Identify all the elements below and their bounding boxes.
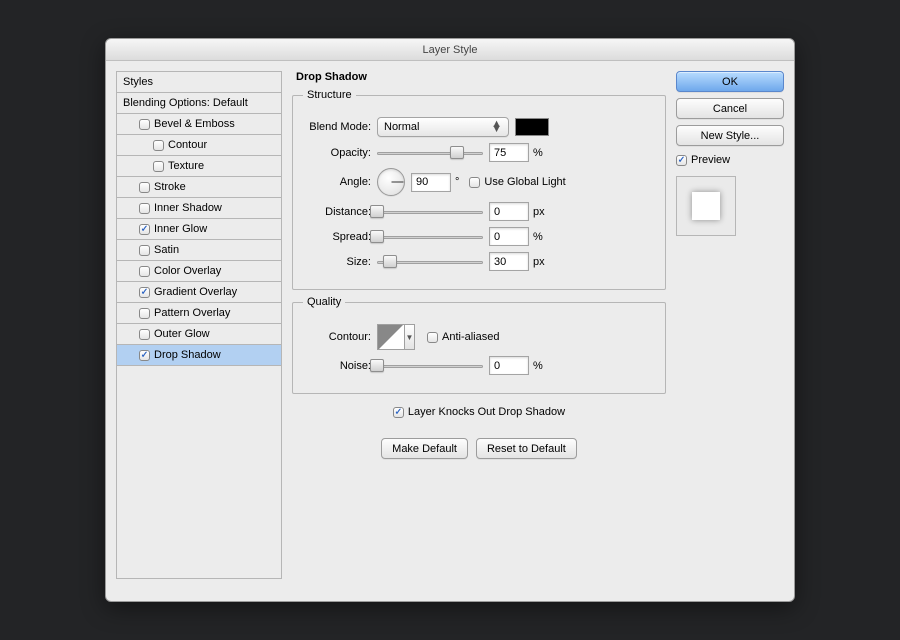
style-label: Texture	[168, 160, 204, 172]
size-input[interactable]: 30	[489, 252, 529, 271]
spread-label: Spread:	[303, 231, 377, 243]
contour-picker[interactable]	[377, 324, 405, 350]
reset-default-button[interactable]: Reset to Default	[476, 438, 577, 459]
noise-unit: %	[533, 360, 543, 372]
style-checkbox[interactable]	[139, 224, 150, 235]
cancel-button[interactable]: Cancel	[676, 98, 784, 119]
style-checkbox[interactable]	[139, 287, 150, 298]
style-label: Inner Glow	[154, 223, 207, 235]
style-label: Drop Shadow	[154, 349, 221, 361]
contour-dropdown-icon[interactable]: ▼	[405, 324, 415, 350]
opacity-label: Opacity:	[303, 147, 377, 159]
style-row-color-overlay[interactable]: Color Overlay	[117, 261, 281, 282]
style-label: Outer Glow	[154, 328, 210, 340]
quality-legend: Quality	[303, 296, 345, 308]
distance-unit: px	[533, 206, 545, 218]
style-row-texture[interactable]: Texture	[117, 156, 281, 177]
style-checkbox[interactable]	[139, 182, 150, 193]
noise-input[interactable]: 0	[489, 356, 529, 375]
knockout-label: Layer Knocks Out Drop Shadow	[408, 406, 565, 418]
style-checkbox[interactable]	[139, 119, 150, 130]
style-checkbox[interactable]	[139, 245, 150, 256]
noise-slider[interactable]	[377, 359, 483, 373]
style-row-inner-shadow[interactable]: Inner Shadow	[117, 198, 281, 219]
style-checkbox[interactable]	[139, 329, 150, 340]
structure-legend: Structure	[303, 89, 356, 101]
style-row-bevel-emboss[interactable]: Bevel & Emboss	[117, 114, 281, 135]
effect-title: Drop Shadow	[292, 71, 666, 83]
angle-unit: °	[455, 176, 459, 188]
make-default-button[interactable]: Make Default	[381, 438, 468, 459]
ok-button[interactable]: OK	[676, 71, 784, 92]
style-row-outer-glow[interactable]: Outer Glow	[117, 324, 281, 345]
style-label: Contour	[168, 139, 207, 151]
spread-input[interactable]: 0	[489, 227, 529, 246]
style-checkbox[interactable]	[139, 308, 150, 319]
window-title: Layer Style	[422, 44, 477, 56]
style-row-inner-glow[interactable]: Inner Glow	[117, 219, 281, 240]
angle-label: Angle:	[303, 176, 377, 188]
effect-panel: Drop Shadow Structure Blend Mode: Normal…	[292, 71, 666, 579]
noise-label: Noise:	[303, 360, 377, 372]
style-checkbox[interactable]	[153, 161, 164, 172]
size-label: Size:	[303, 256, 377, 268]
preview-checkbox[interactable]	[676, 155, 687, 166]
window-titlebar: Layer Style	[106, 39, 794, 61]
style-label: Inner Shadow	[154, 202, 222, 214]
quality-group: Quality Contour: ▼ Anti-aliased Noise: 0…	[292, 296, 666, 394]
style-row-satin[interactable]: Satin	[117, 240, 281, 261]
distance-input[interactable]: 0	[489, 202, 529, 221]
style-label: Stroke	[154, 181, 186, 193]
style-row-contour[interactable]: Contour	[117, 135, 281, 156]
distance-slider[interactable]	[377, 205, 483, 219]
style-label: Bevel & Emboss	[154, 118, 235, 130]
style-row-pattern-overlay[interactable]: Pattern Overlay	[117, 303, 281, 324]
styles-list: Styles Blending Options: Default Bevel &…	[116, 71, 282, 579]
style-checkbox[interactable]	[139, 350, 150, 361]
distance-label: Distance:	[303, 206, 377, 218]
angle-dial[interactable]	[377, 168, 405, 196]
spread-slider[interactable]	[377, 230, 483, 244]
preview-thumbnail	[676, 176, 736, 236]
new-style-button[interactable]: New Style...	[676, 125, 784, 146]
blend-mode-select[interactable]: Normal ▲▼	[377, 117, 509, 137]
blending-options-row[interactable]: Blending Options: Default	[117, 93, 281, 114]
style-row-gradient-overlay[interactable]: Gradient Overlay	[117, 282, 281, 303]
opacity-input[interactable]: 75	[489, 143, 529, 162]
size-slider[interactable]	[377, 255, 483, 269]
style-checkbox[interactable]	[139, 203, 150, 214]
spread-unit: %	[533, 231, 543, 243]
contour-label: Contour:	[303, 331, 377, 343]
style-checkbox[interactable]	[139, 266, 150, 277]
blending-options-label: Blending Options: Default	[123, 97, 248, 109]
size-unit: px	[533, 256, 545, 268]
style-row-stroke[interactable]: Stroke	[117, 177, 281, 198]
global-light-checkbox[interactable]	[469, 177, 480, 188]
dialog-buttons: OK Cancel New Style... Preview	[676, 71, 784, 579]
global-light-label: Use Global Light	[484, 176, 565, 188]
updown-icon: ▲▼	[491, 122, 502, 132]
knockout-checkbox[interactable]	[393, 407, 404, 418]
styles-header[interactable]: Styles	[117, 72, 281, 93]
blend-mode-value: Normal	[384, 121, 419, 133]
blend-mode-label: Blend Mode:	[303, 121, 377, 133]
opacity-slider[interactable]	[377, 146, 483, 160]
shadow-color-swatch[interactable]	[515, 118, 549, 136]
layer-style-dialog: Layer Style Styles Blending Options: Def…	[105, 38, 795, 602]
structure-group: Structure Blend Mode: Normal ▲▼ Opacity:…	[292, 89, 666, 290]
antialiased-checkbox[interactable]	[427, 332, 438, 343]
opacity-unit: %	[533, 147, 543, 159]
angle-input[interactable]: 90	[411, 173, 451, 192]
style-label: Satin	[154, 244, 179, 256]
preview-label: Preview	[691, 154, 730, 166]
style-checkbox[interactable]	[153, 140, 164, 151]
antialiased-label: Anti-aliased	[442, 331, 499, 343]
style-label: Gradient Overlay	[154, 286, 237, 298]
style-row-drop-shadow[interactable]: Drop Shadow	[117, 345, 281, 366]
style-label: Color Overlay	[154, 265, 221, 277]
style-label: Pattern Overlay	[154, 307, 230, 319]
styles-header-label: Styles	[123, 76, 153, 88]
